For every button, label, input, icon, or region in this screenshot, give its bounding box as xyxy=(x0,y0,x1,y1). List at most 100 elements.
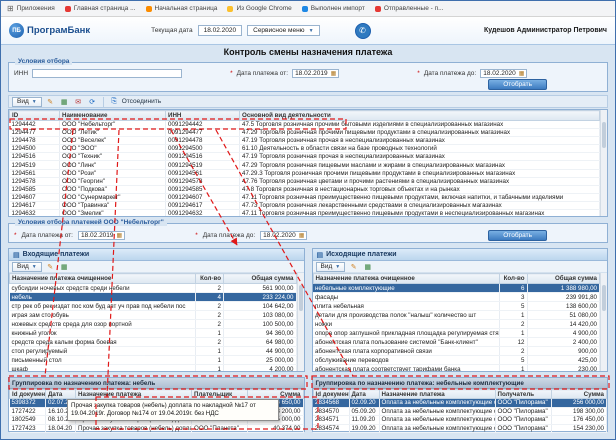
table-row[interactable]: плита небельная5138 600,00 xyxy=(313,302,600,311)
service-menu-dropdown[interactable]: Сервисное меню ▼ xyxy=(247,25,319,36)
scrollbar-thumb[interactable] xyxy=(602,285,606,311)
table-row[interactable]: 1294632ООО "Змелик"009129463247.11 Торго… xyxy=(10,210,600,217)
calendar-icon[interactable]: ▦ xyxy=(299,232,305,239)
column-header[interactable]: Назначение платежа очищенное xyxy=(313,274,499,284)
edit-icon[interactable]: ✎ xyxy=(348,262,359,272)
column-header[interactable]: Наименование xyxy=(60,111,166,121)
select-payments-button[interactable]: Отобрать xyxy=(488,230,547,241)
bank-logo[interactable]: ПБ ПрограмБанк xyxy=(9,23,90,38)
table-row[interactable]: 1294561ООО "Рози"009129456147.29.3 Торго… xyxy=(10,169,600,177)
grouping-nebel-title: Группировка по назначению платежа: небел… xyxy=(9,378,304,389)
detach-button[interactable]: ⎘ Отсоединить xyxy=(109,97,161,107)
table-row[interactable]: абонентская плата пользование системой "… xyxy=(313,338,600,347)
date-from-input[interactable]: 18.02.2019 ▦ xyxy=(78,231,125,240)
current-date-field[interactable]: 18.02.2020 xyxy=(198,25,243,36)
calendar-icon[interactable]: ▦ xyxy=(519,70,525,77)
payment-purpose-tooltip: Прочая закупка товаров (небель) доплата … xyxy=(67,399,279,421)
column-header[interactable]: Кол-во xyxy=(196,274,224,284)
table-row[interactable]: 1294442ООО "Небельторг"009129444247.5 То… xyxy=(10,121,600,129)
table-row[interactable]: стол регулируемый144 900,00 xyxy=(10,347,297,356)
column-header[interactable]: Дата xyxy=(46,390,76,399)
column-header[interactable]: Дата xyxy=(349,390,379,399)
table-row[interactable]: 283457111.09.20Оплата за небельные компл… xyxy=(313,416,607,425)
calendar-icon[interactable]: ▦ xyxy=(117,232,123,239)
inn-input[interactable] xyxy=(32,69,182,78)
bookmark-item[interactable]: Главная страница ... xyxy=(65,5,136,12)
date-to-input[interactable]: 18.02.2020 ▦ xyxy=(260,231,307,240)
table-row[interactable]: 1294500ООО "ЭОО"009129450061.10 Деятельн… xyxy=(10,145,600,153)
edit-icon[interactable]: ✎ xyxy=(45,262,56,272)
column-header[interactable]: Получатель xyxy=(495,390,551,399)
calendar-icon[interactable]: ▦ xyxy=(331,70,337,77)
bookmark-item[interactable]: Начальная страница xyxy=(146,5,218,12)
table-row[interactable]: обслуживание переводов5425,00 xyxy=(313,356,600,365)
table-row[interactable]: 172742318.04.20Прочая закупка товаров (н… xyxy=(10,424,304,433)
table-row[interactable]: абонентская плата соответствует тарифами… xyxy=(313,365,600,373)
vertical-scrollbar[interactable] xyxy=(297,273,304,371)
column-header[interactable]: Сумма xyxy=(248,390,304,399)
select-button[interactable]: Отобрать xyxy=(488,79,547,90)
table-row[interactable]: книжный уголок194 360,00 xyxy=(10,329,297,338)
edit-icon[interactable]: ✎ xyxy=(45,97,56,107)
column-header[interactable]: Id документа xyxy=(10,390,46,399)
table-row[interactable]: 1294585ООО "Подкова"009129458547.8 Торго… xyxy=(10,185,600,193)
column-header[interactable]: Общая сумма xyxy=(224,274,297,284)
table-row[interactable]: средств среда калым форма боевая264 980,… xyxy=(10,338,297,347)
view-dropdown[interactable]: Вид ▼ xyxy=(12,97,42,107)
excel-export-icon[interactable]: ▦ xyxy=(362,262,373,272)
column-header[interactable]: Кол-во xyxy=(499,274,527,284)
excel-export-icon[interactable]: ▦ xyxy=(59,262,70,272)
table-row[interactable]: 283457419.09.20Оплата за небельные компл… xyxy=(313,424,607,433)
date-from-input[interactable]: 18.02.2019 ▦ xyxy=(292,69,339,78)
column-header[interactable]: Плательщик xyxy=(192,390,248,399)
column-header[interactable]: Назначение платежа xyxy=(379,390,495,399)
bookmark-item[interactable]: Выполнен импорт xyxy=(302,5,365,12)
table-row[interactable]: 1294617ООО "Травинка"009129461747.73 Тор… xyxy=(10,201,600,209)
table-row[interactable]: 1294607ООО "Сунермаркет"009129460747.11 … xyxy=(10,193,600,201)
view-dropdown[interactable]: Вид ▼ xyxy=(12,262,42,272)
table-row[interactable]: абонентская плата корпоративной связи290… xyxy=(313,347,600,356)
column-header[interactable]: ID xyxy=(10,111,60,121)
chevron-down-icon: ▼ xyxy=(32,99,37,105)
table-row[interactable]: играя зам сто обувь2103 080,00 xyxy=(10,311,297,320)
bookmark-item[interactable]: Отправленные - п... xyxy=(375,5,444,12)
column-header[interactable]: Назначение платежа очищенное xyxy=(10,274,196,284)
table-row[interactable]: субсидии ночевых средств среди небели256… xyxy=(10,284,297,293)
table-row[interactable]: ножевых средств среда для озор портной21… xyxy=(10,320,297,329)
table-row[interactable]: 283456802.09.20Оплата за небельные компл… xyxy=(313,399,607,408)
date-to-input[interactable]: 18.02.2020 ▦ xyxy=(480,69,527,78)
table-row[interactable]: стр рек об рек издат пос ком буд авт уч … xyxy=(10,302,297,311)
table-row[interactable]: 1294477ООО "Летик"009129447747.29 Торгов… xyxy=(10,129,600,137)
view-dropdown[interactable]: Вид ▼ xyxy=(316,262,346,272)
mail-icon[interactable]: ✉ xyxy=(73,97,84,107)
column-header[interactable]: ИНН xyxy=(166,111,240,121)
table-row[interactable]: 283457005.09.20Оплата за небельные компл… xyxy=(313,407,607,416)
refresh-icon[interactable]: ⟳ xyxy=(87,97,98,107)
table-row[interactable]: детали для производства полок "налыш" ко… xyxy=(313,311,600,320)
table-row[interactable]: 1294578ООО "Георгин"009129457847.76 Торг… xyxy=(10,177,600,185)
column-header[interactable]: Сумма xyxy=(551,390,607,399)
column-header[interactable]: Назначение платежа xyxy=(76,390,192,399)
table-row[interactable]: небельные комплектующие61 388 980,00 xyxy=(313,284,600,293)
table-row[interactable]: 1294519ООО "Линк"009129451947.29 Торговл… xyxy=(10,161,600,169)
column-header[interactable]: Основной вид деятельности xyxy=(240,111,600,121)
table-row[interactable]: письменный стол125 000,00 xyxy=(10,356,297,365)
table-row[interactable]: фасады3239 991,80 xyxy=(313,293,600,302)
bookmark-item[interactable]: Из Google Chrome xyxy=(227,5,291,12)
table-row[interactable]: 1294516ООО "Техник"009129451647.19 Торго… xyxy=(10,153,600,161)
scrollbar-thumb[interactable] xyxy=(299,285,303,311)
table-row[interactable]: 1294478ООО "Веселек"009129447847.19 Торг… xyxy=(10,137,600,145)
table-row[interactable]: шкаф14 200,00 xyxy=(10,365,297,373)
column-header[interactable]: Общая сумма xyxy=(527,274,600,284)
vertical-scrollbar[interactable] xyxy=(600,273,607,371)
chevron-down-icon: ▼ xyxy=(32,264,37,270)
vertical-scrollbar[interactable] xyxy=(600,110,607,216)
table-row[interactable]: небель4233 224,00 xyxy=(10,293,297,302)
phone-icon[interactable]: ✆ xyxy=(355,23,371,39)
excel-export-icon[interactable]: ▦ xyxy=(59,97,70,107)
scrollbar-thumb[interactable] xyxy=(602,122,606,148)
apps-menu[interactable]: ⊞ Приложения xyxy=(7,5,55,12)
column-header[interactable]: Id документа xyxy=(313,390,349,399)
table-row[interactable]: опора опор заглушной прикладная площадка… xyxy=(313,329,600,338)
table-row[interactable]: ножки214 420,00 xyxy=(313,320,600,329)
